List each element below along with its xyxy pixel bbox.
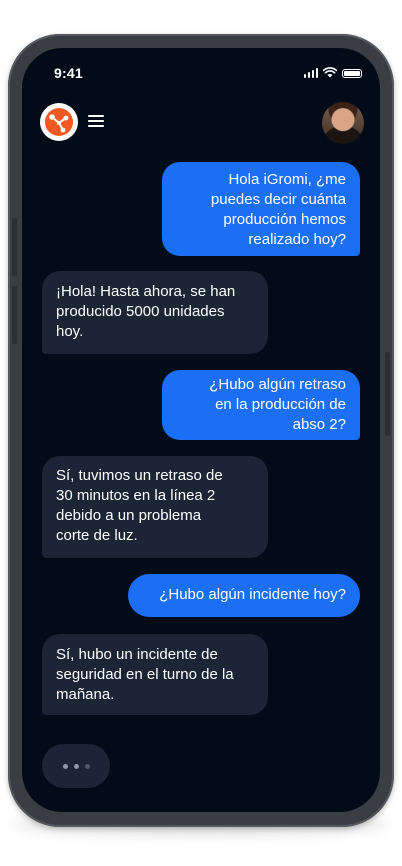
- battery-icon: [342, 69, 362, 78]
- cellular-signal-icon: [303, 68, 318, 78]
- typing-dot: [62, 763, 68, 769]
- bot-message-1: ¡Hola! Hasta ahora, se han producido 500…: [42, 271, 268, 354]
- bot-message-2: Sí, tuvimos un retraso de 30 minutos en …: [42, 456, 268, 558]
- volume-down-button: [12, 286, 17, 344]
- igromi-logo-icon[interactable]: [40, 103, 78, 141]
- igromi-logo-graphic: [45, 108, 73, 136]
- status-time: 9:41: [54, 65, 83, 81]
- typing-dot: [73, 763, 79, 769]
- hamburger-menu-icon[interactable]: [88, 115, 104, 128]
- user-avatar[interactable]: [322, 102, 364, 144]
- volume-up-button: [12, 218, 17, 276]
- status-icons: [303, 67, 362, 78]
- user-message-3: ¿Hubo algún incidente hoy?: [128, 574, 360, 617]
- user-message-1: Hola iGromi, ¿me puedes decir cuánta pro…: [162, 162, 360, 256]
- chat-header: [22, 102, 380, 146]
- wifi-icon: [323, 67, 337, 78]
- bot-message-3: Sí, hubo un incidente de seguridad en el…: [42, 634, 268, 715]
- power-button: [385, 352, 390, 436]
- status-bar: 9:41: [22, 48, 380, 98]
- user-message-2: ¿Hubo algún retraso en la producción de …: [162, 370, 360, 440]
- typing-dot: [84, 763, 90, 769]
- typing-dots-icon: [42, 744, 110, 788]
- chat-screen: 9:41 Hola iGromi, ¿me puedes decir cuánt…: [22, 48, 380, 812]
